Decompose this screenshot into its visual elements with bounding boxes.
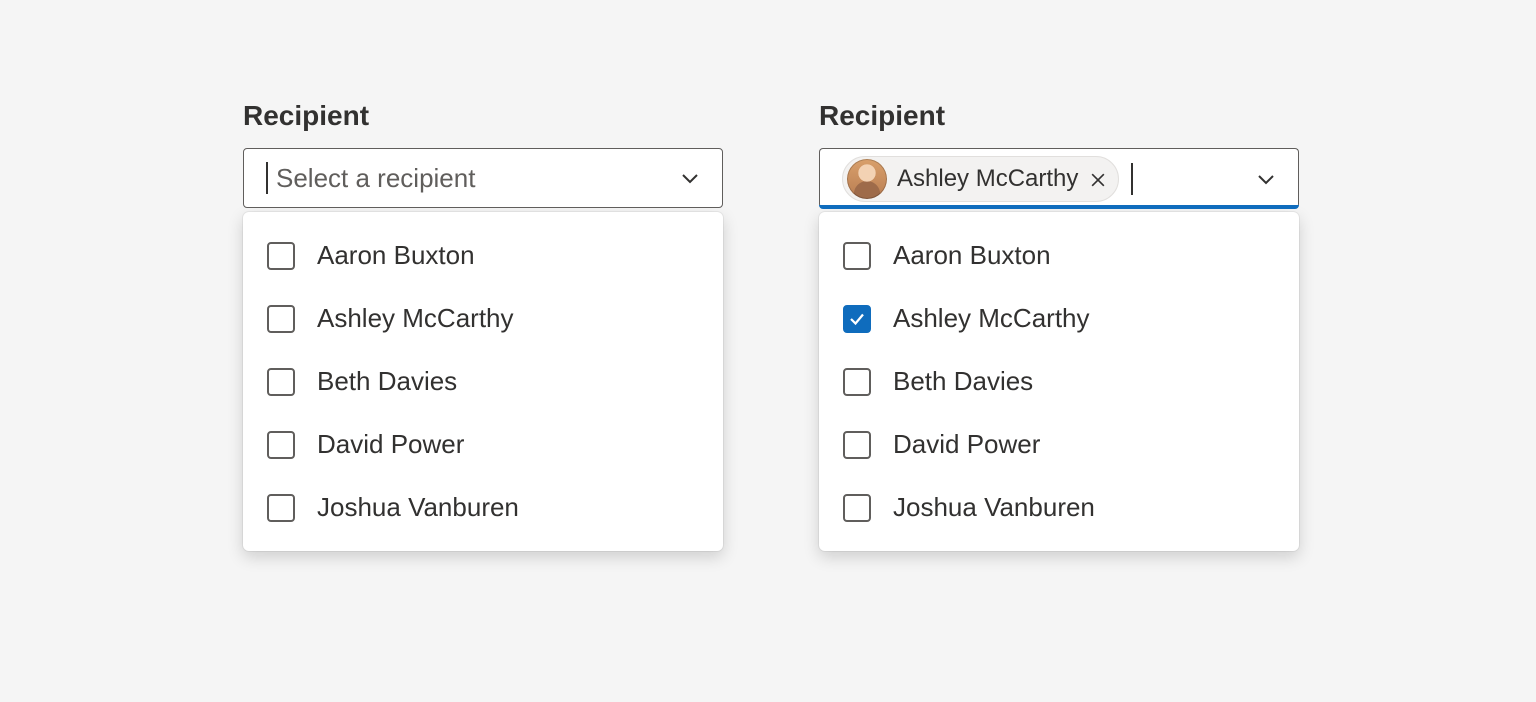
option-ashley-mccarthy[interactable]: Ashley McCarthy	[819, 287, 1299, 350]
option-david-power[interactable]: David Power	[819, 413, 1299, 476]
checkbox-icon	[843, 431, 871, 459]
option-ashley-mccarthy[interactable]: Ashley McCarthy	[243, 287, 723, 350]
checkbox-icon	[843, 368, 871, 396]
chevron-down-icon	[1254, 167, 1278, 191]
option-label: Beth Davies	[893, 366, 1033, 397]
option-joshua-vanburen[interactable]: Joshua Vanburen	[819, 476, 1299, 539]
option-label: Ashley McCarthy	[317, 303, 514, 334]
options-listbox: Aaron Buxton Ashley McCarthy Beth Davies…	[243, 212, 723, 551]
checkbox-icon	[843, 242, 871, 270]
text-cursor	[266, 162, 268, 194]
recipient-combobox[interactable]: Ashley McCarthy	[819, 148, 1299, 208]
chevron-down-icon	[678, 166, 702, 190]
option-label: Aaron Buxton	[317, 240, 475, 271]
option-joshua-vanburen[interactable]: Joshua Vanburen	[243, 476, 723, 539]
option-label: David Power	[317, 429, 464, 460]
field-label: Recipient	[243, 100, 723, 132]
option-aaron-buxton[interactable]: Aaron Buxton	[819, 224, 1299, 287]
option-label: Ashley McCarthy	[893, 303, 1090, 334]
checkbox-icon	[843, 305, 871, 333]
close-icon[interactable]	[1088, 169, 1108, 189]
recipient-picker-selected: Recipient Ashley McCarthy Aaron Buxton	[819, 100, 1299, 551]
checkbox-icon	[843, 494, 871, 522]
checkbox-icon	[267, 431, 295, 459]
checkbox-icon	[267, 368, 295, 396]
checkbox-icon	[267, 305, 295, 333]
combobox-placeholder: Select a recipient	[276, 163, 475, 194]
option-beth-davies[interactable]: Beth Davies	[819, 350, 1299, 413]
text-cursor	[1131, 163, 1133, 195]
option-label: Joshua Vanburen	[317, 492, 519, 523]
option-label: Aaron Buxton	[893, 240, 1051, 271]
recipient-combobox[interactable]: Select a recipient	[243, 148, 723, 208]
options-listbox: Aaron Buxton Ashley McCarthy Beth Davies…	[819, 212, 1299, 551]
avatar	[847, 159, 887, 199]
option-beth-davies[interactable]: Beth Davies	[243, 350, 723, 413]
option-label: David Power	[893, 429, 1040, 460]
field-label: Recipient	[819, 100, 1299, 132]
option-david-power[interactable]: David Power	[243, 413, 723, 476]
chip-label: Ashley McCarthy	[897, 165, 1078, 193]
checkbox-icon	[267, 494, 295, 522]
recipient-picker-empty: Recipient Select a recipient Aaron Buxto…	[243, 100, 723, 551]
option-label: Joshua Vanburen	[893, 492, 1095, 523]
checkbox-icon	[267, 242, 295, 270]
option-label: Beth Davies	[317, 366, 457, 397]
option-aaron-buxton[interactable]: Aaron Buxton	[243, 224, 723, 287]
selected-chip[interactable]: Ashley McCarthy	[842, 156, 1119, 202]
